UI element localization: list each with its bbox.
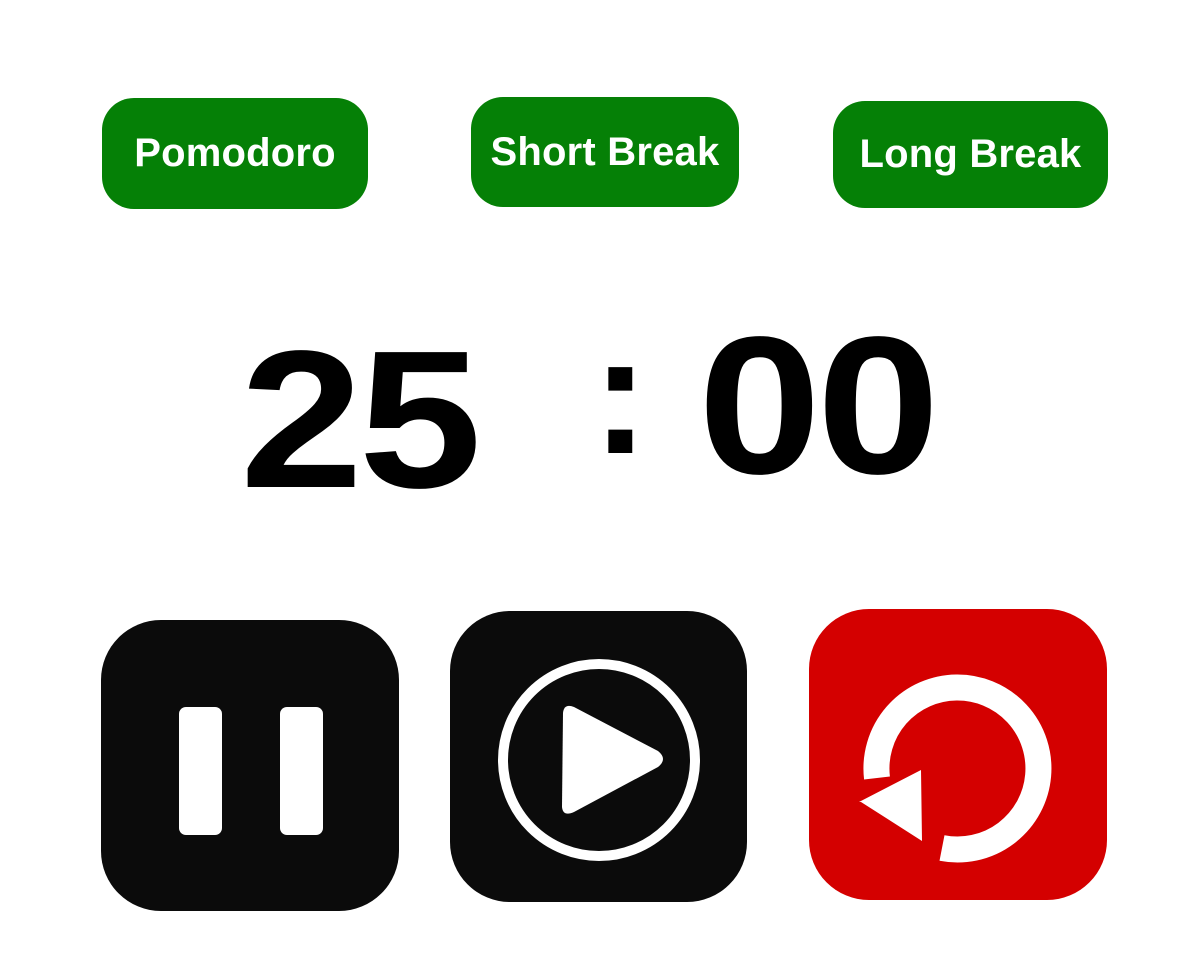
pause-icon — [179, 707, 323, 835]
long-break-label: Long Break — [859, 132, 1082, 176]
timer-separator: : — [592, 300, 649, 490]
play-button[interactable] — [450, 611, 747, 902]
short-break-button[interactable]: Short Break — [471, 97, 739, 207]
short-break-label: Short Break — [490, 129, 720, 174]
play-icon — [498, 659, 700, 861]
reset-icon — [859, 674, 1052, 863]
timer-seconds: 00 — [698, 296, 940, 515]
timer-display: 25 : 00 — [240, 300, 940, 518]
pause-button[interactable] — [101, 620, 399, 911]
pomodoro-button[interactable]: Pomodoro — [102, 98, 368, 209]
timer-minutes: 25 — [240, 310, 482, 529]
pomodoro-label: Pomodoro — [134, 131, 336, 175]
reset-button[interactable] — [809, 609, 1107, 900]
long-break-button[interactable]: Long Break — [833, 101, 1108, 208]
